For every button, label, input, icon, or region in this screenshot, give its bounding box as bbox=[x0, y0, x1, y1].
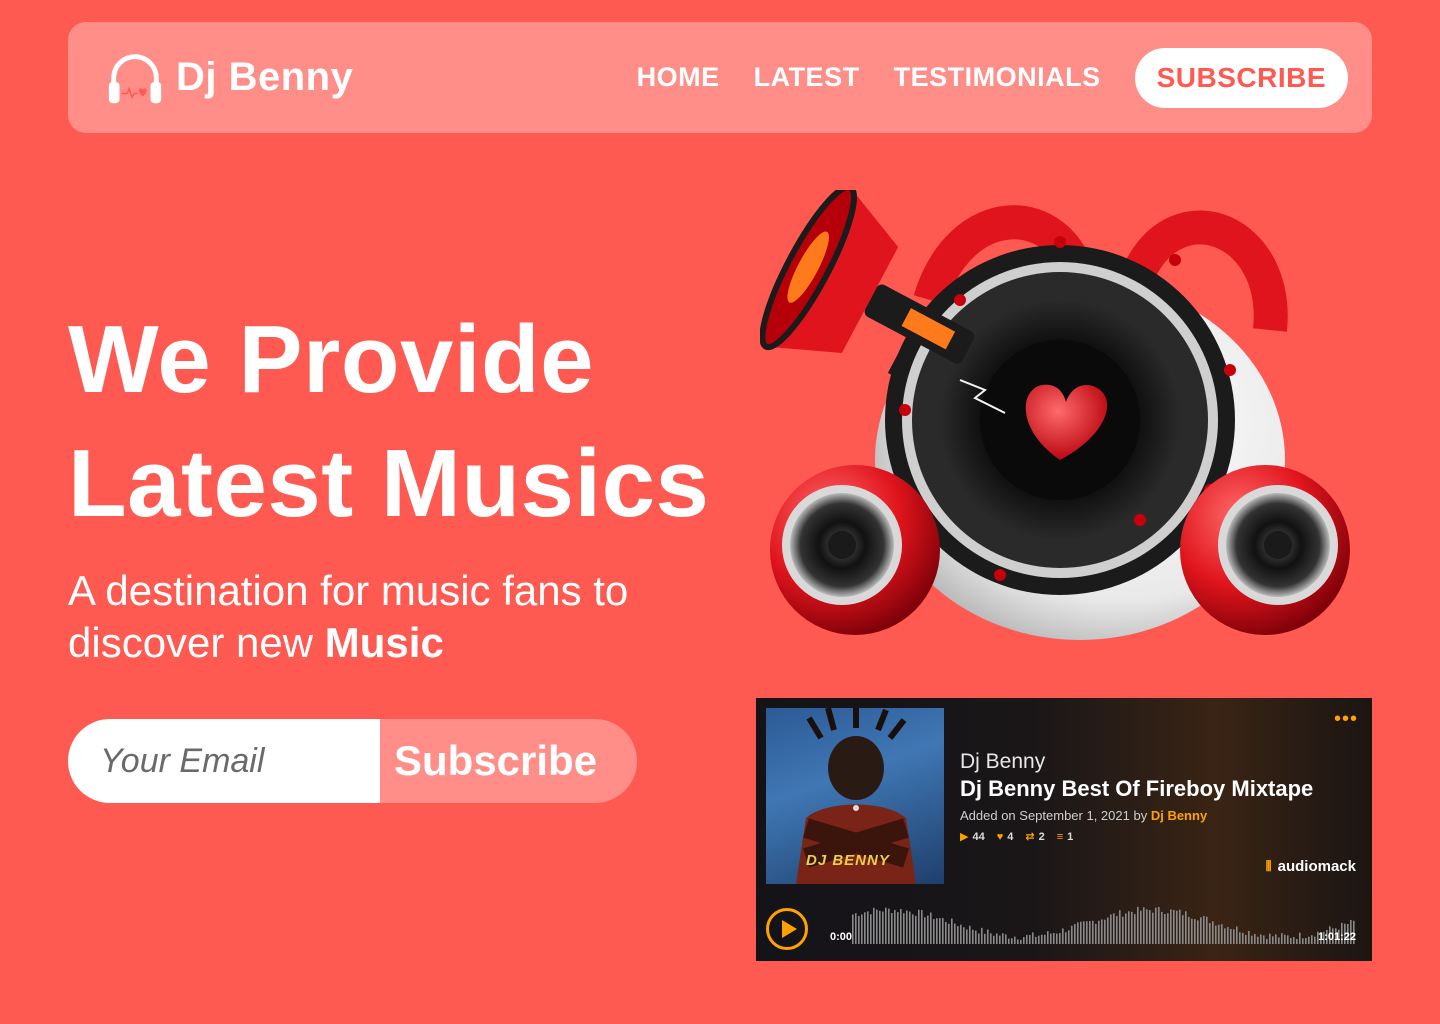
headphones-heart-icon bbox=[108, 53, 162, 103]
reposts-stat[interactable]: ⇄ 2 bbox=[1025, 830, 1045, 844]
hero-subtitle: A destination for music fans to discover… bbox=[68, 565, 728, 669]
brand-name: Dj Benny bbox=[176, 55, 354, 99]
brand[interactable]: Dj Benny bbox=[104, 47, 353, 109]
plays-stat: ▶ 44 bbox=[960, 830, 985, 844]
player-stats: ▶ 44 ♥ 4 ⇄ 2 ≡ 1 bbox=[960, 830, 1074, 844]
play-count-icon: ▶ bbox=[960, 831, 969, 843]
hero-title-line2: Latest Musics bbox=[68, 430, 710, 537]
reposts-count: 2 bbox=[1038, 830, 1045, 843]
playlists-count: 1 bbox=[1067, 830, 1074, 843]
more-options-icon[interactable]: ••• bbox=[1334, 708, 1358, 731]
plays-count: 44 bbox=[972, 830, 985, 843]
email-input[interactable] bbox=[68, 719, 380, 803]
audiomack-brand[interactable]: ⦀ audiomack bbox=[1265, 858, 1356, 875]
playlist-add-icon: ≡ bbox=[1056, 830, 1064, 843]
nav-links: HOME LATEST TESTIMONIALS SUBSCRIBE bbox=[637, 47, 1348, 108]
player-track-title[interactable]: Dj Benny Best Of Fireboy Mixtape bbox=[960, 776, 1313, 802]
email-subscribe-form: Subscribe bbox=[68, 719, 637, 803]
hero-subtitle-bold: Music bbox=[324, 619, 444, 666]
waveform-scrubber[interactable] bbox=[822, 904, 1356, 952]
hero-title-line1: We Provide bbox=[68, 306, 595, 413]
heart-icon: ♥ bbox=[996, 830, 1004, 843]
player-added-info: Added on September 1, 2021 by Dj Benny bbox=[960, 808, 1207, 823]
play-button[interactable] bbox=[766, 908, 808, 950]
speaker-megaphone-illustration bbox=[760, 190, 1350, 640]
navbar: Dj Benny HOME LATEST TESTIMONIALS SUBSCR… bbox=[68, 22, 1372, 133]
audiomack-player: DJ BENNY ••• Dj Benny Dj Benny Best Of F… bbox=[756, 698, 1372, 961]
time-total: 1:01:22 bbox=[1318, 931, 1356, 943]
player-artist[interactable]: Dj Benny bbox=[960, 750, 1045, 774]
nav-home-link[interactable]: HOME bbox=[637, 62, 720, 93]
email-subscribe-button[interactable]: Subscribe bbox=[380, 719, 637, 803]
album-cover[interactable]: DJ BENNY bbox=[766, 708, 944, 884]
audiomack-logo-icon: ⦀ bbox=[1265, 858, 1272, 874]
cover-caption: DJ BENNY bbox=[806, 852, 890, 869]
nav-latest-link[interactable]: LATEST bbox=[754, 62, 860, 93]
nav-subscribe-button[interactable]: SUBSCRIBE bbox=[1134, 47, 1348, 108]
playlists-stat[interactable]: ≡ 1 bbox=[1057, 830, 1074, 843]
added-prefix: Added on September 1, 2021 by bbox=[960, 808, 1148, 823]
nav-testimonials-link[interactable]: TESTIMONIALS bbox=[894, 62, 1101, 93]
time-elapsed: 0:00 bbox=[830, 931, 853, 943]
audiomack-brand-text: audiomack bbox=[1277, 858, 1356, 875]
repost-icon: ⇄ bbox=[1025, 831, 1035, 843]
added-by-link[interactable]: Dj Benny bbox=[1151, 808, 1207, 823]
likes-stat[interactable]: ♥ 4 bbox=[997, 830, 1014, 843]
likes-count: 4 bbox=[1007, 830, 1014, 843]
hero-title: We Provide Latest Musics bbox=[68, 298, 709, 546]
